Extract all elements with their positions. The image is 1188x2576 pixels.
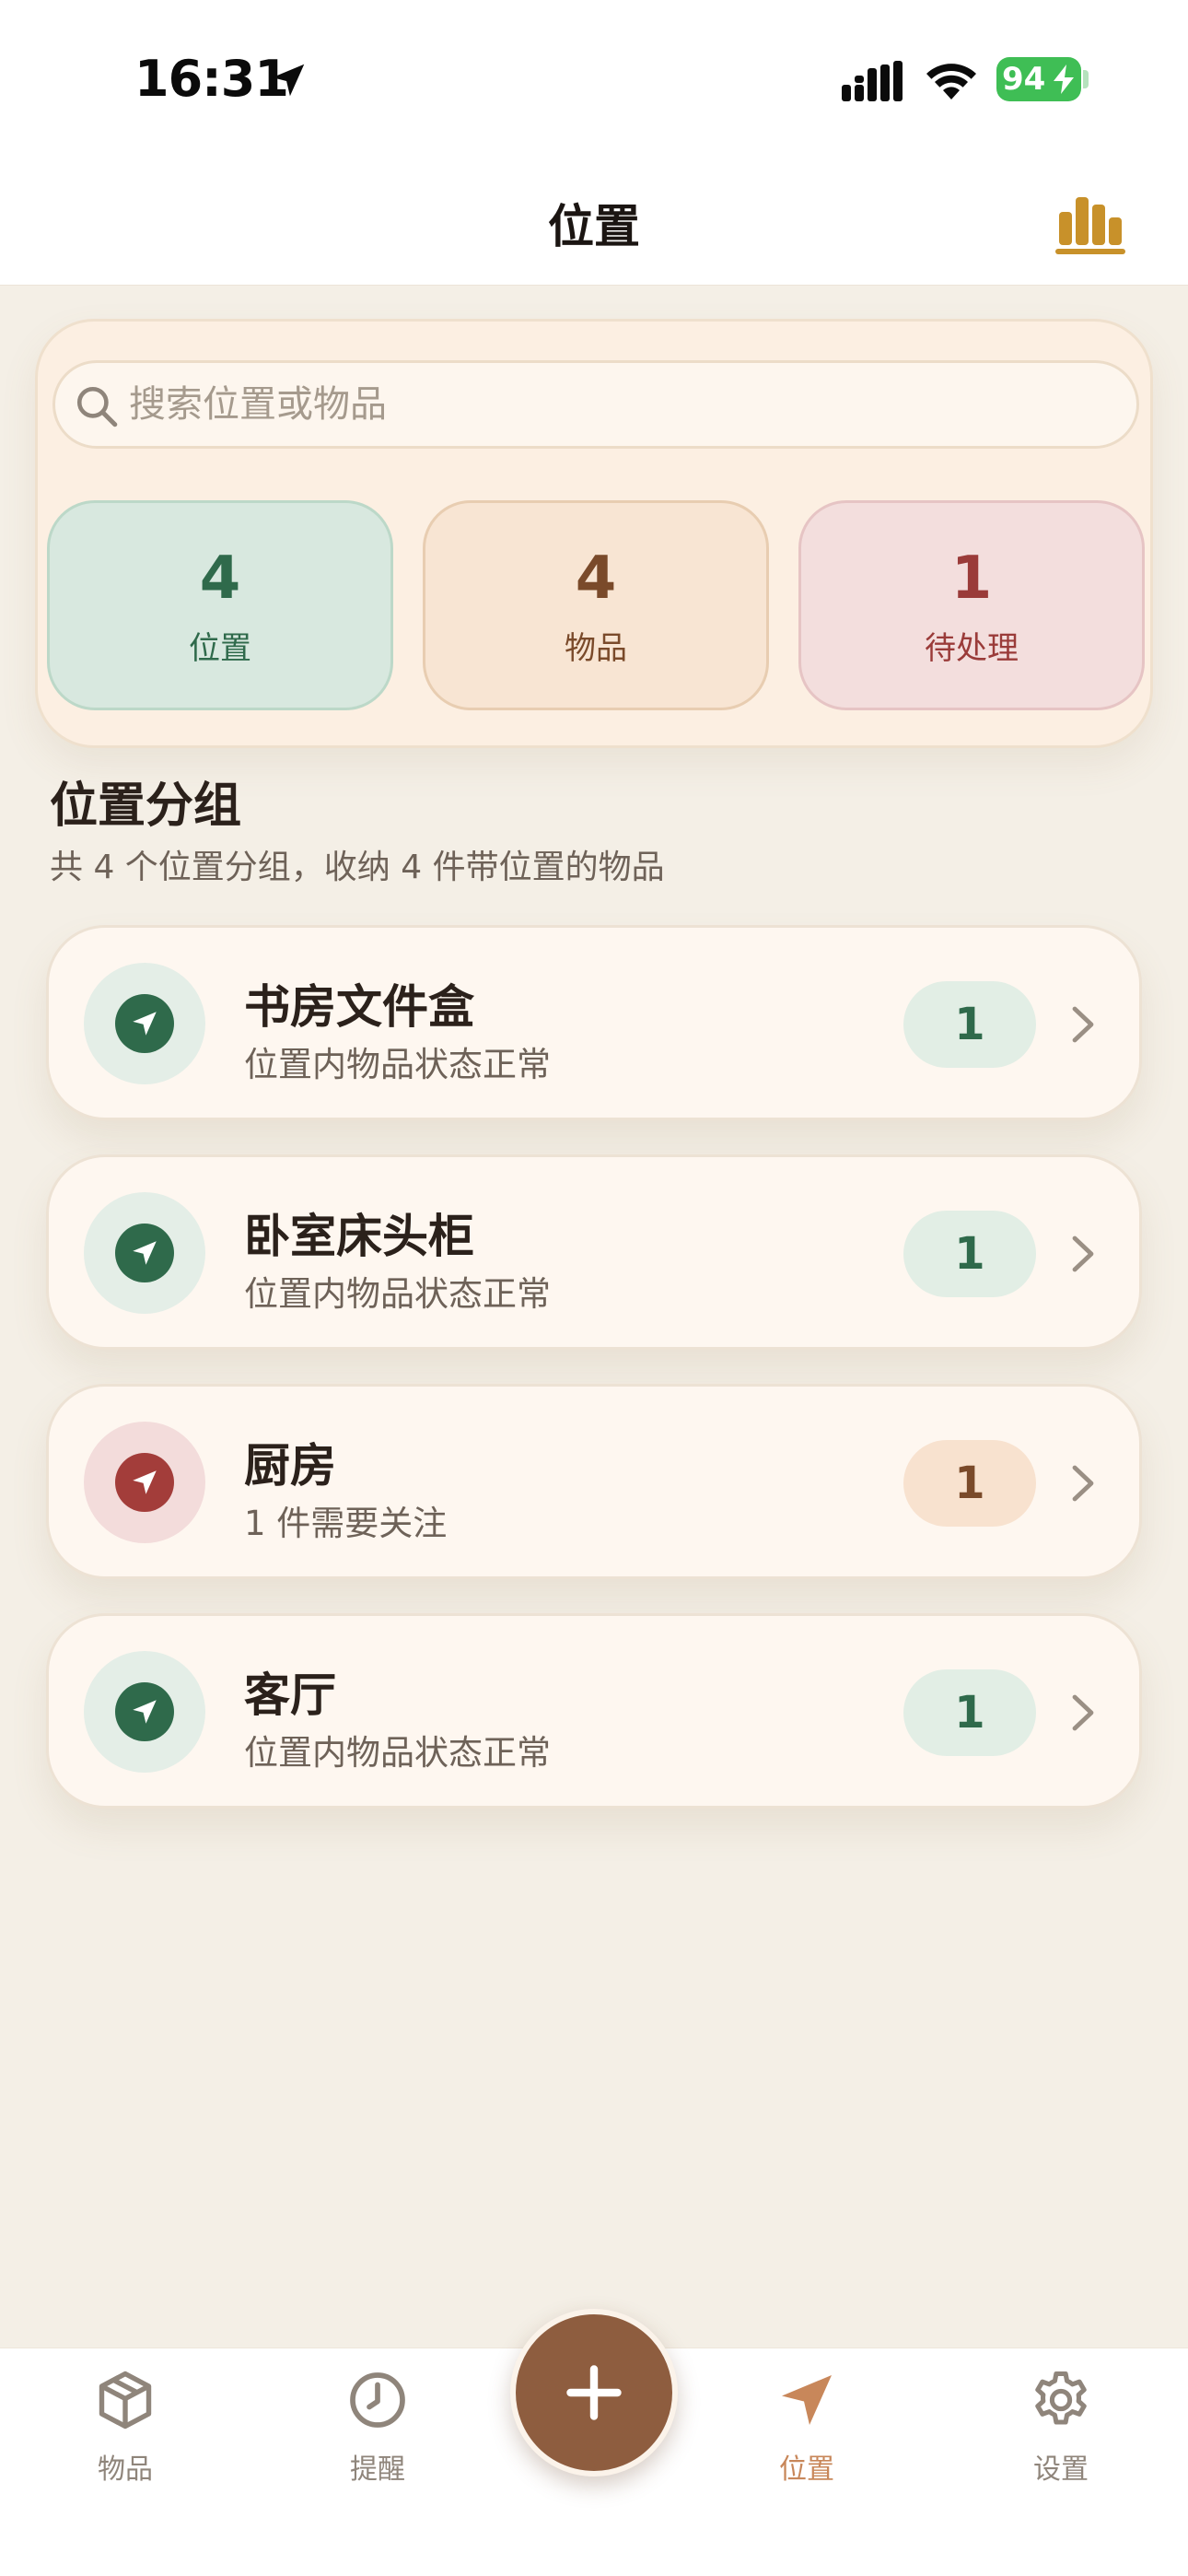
location-name: 卧室床头柜 — [244, 1210, 474, 1263]
location-status: 位置内物品状态正常 — [244, 1274, 551, 1314]
tab-settings[interactable]: 设置 — [978, 2367, 1144, 2514]
location-arrow-icon — [133, 1470, 157, 1494]
stat-label: 物品 — [565, 629, 627, 667]
location-arrow-icon — [133, 1241, 157, 1265]
location-row[interactable]: 厨房 1 件需要关注 1 — [46, 1384, 1142, 1579]
location-dot — [115, 1682, 174, 1741]
location-row[interactable]: 卧室床头柜 位置内物品状态正常 1 — [46, 1154, 1142, 1350]
search-input[interactable] — [129, 363, 1124, 446]
tab-label: 物品 — [98, 2453, 153, 2486]
battery-indicator: 94 — [996, 57, 1081, 101]
tab-items[interactable]: 物品 — [42, 2367, 208, 2514]
plus-icon — [566, 2365, 622, 2420]
stat-locations[interactable]: 4 位置 — [47, 500, 393, 710]
location-arrow-icon — [782, 2375, 832, 2425]
location-icon-circle — [84, 1651, 205, 1773]
location-row[interactable]: 客厅 位置内物品状态正常 1 — [46, 1613, 1142, 1809]
status-bar: 16:31 94 — [0, 0, 1188, 157]
location-dot — [115, 1224, 174, 1282]
location-status: 位置内物品状态正常 — [244, 1733, 551, 1773]
location-arrow-icon — [133, 1700, 157, 1724]
location-status: 位置内物品状态正常 — [244, 1045, 551, 1084]
location-dot — [115, 994, 174, 1053]
location-status: 1 件需要关注 — [244, 1504, 448, 1543]
search-bar[interactable] — [52, 360, 1139, 449]
location-name: 客厅 — [244, 1669, 336, 1722]
section-subtitle: 共 4 个位置分组，收纳 4 件带位置的物品 — [50, 849, 665, 886]
chevron-right-icon — [1072, 1235, 1094, 1272]
location-icon-circle — [84, 1192, 205, 1314]
chevron-right-icon — [1072, 1006, 1094, 1043]
battery-cap — [1083, 70, 1089, 88]
gear-icon — [1035, 2371, 1087, 2425]
item-count-badge: 1 — [903, 1669, 1036, 1756]
location-icon-circle — [84, 1422, 205, 1543]
status-time: 16:31 — [134, 50, 289, 108]
bar-chart-icon[interactable] — [1055, 193, 1125, 254]
tab-label: 位置 — [779, 2453, 834, 2486]
tab-label: 提醒 — [350, 2453, 405, 2486]
chevron-right-icon — [1072, 1465, 1094, 1502]
location-name: 厨房 — [244, 1439, 336, 1493]
wifi-icon — [926, 64, 976, 100]
cellular-signal-icon — [842, 61, 903, 101]
location-arrow-icon — [133, 1012, 157, 1036]
tab-locations[interactable]: 位置 — [724, 2367, 890, 2514]
stat-value: 1 — [950, 544, 993, 613]
charging-bolt-icon — [1054, 64, 1074, 94]
location-name: 书房文件盒 — [244, 980, 474, 1034]
stat-label: 待处理 — [925, 629, 1019, 667]
clock-icon — [350, 2372, 405, 2428]
stat-label: 位置 — [189, 629, 251, 667]
page-title: 位置 — [548, 200, 640, 253]
item-count-badge: 1 — [903, 981, 1036, 1068]
stat-value: 4 — [199, 544, 241, 613]
location-row[interactable]: 书房文件盒 位置内物品状态正常 1 — [46, 925, 1142, 1120]
stat-items[interactable]: 4 物品 — [423, 500, 769, 710]
stat-value: 4 — [575, 544, 617, 613]
location-icon-circle — [84, 963, 205, 1084]
box-icon — [99, 2371, 152, 2430]
summary-card: 4 位置 4 物品 1 待处理 — [35, 319, 1153, 748]
location-services-icon — [272, 64, 305, 97]
add-button[interactable] — [510, 2309, 678, 2476]
navigation-bar: 位置 — [0, 157, 1188, 286]
search-icon — [76, 386, 118, 427]
location-dot — [115, 1453, 174, 1512]
tab-reminders[interactable]: 提醒 — [295, 2367, 460, 2514]
item-count-badge: 1 — [903, 1440, 1036, 1527]
tab-label: 设置 — [1033, 2453, 1089, 2486]
battery-level: 94 — [1002, 61, 1046, 98]
chevron-right-icon — [1072, 1694, 1094, 1731]
section-title: 位置分组 — [50, 779, 242, 834]
item-count-badge: 1 — [903, 1211, 1036, 1297]
stat-pending[interactable]: 1 待处理 — [798, 500, 1145, 710]
